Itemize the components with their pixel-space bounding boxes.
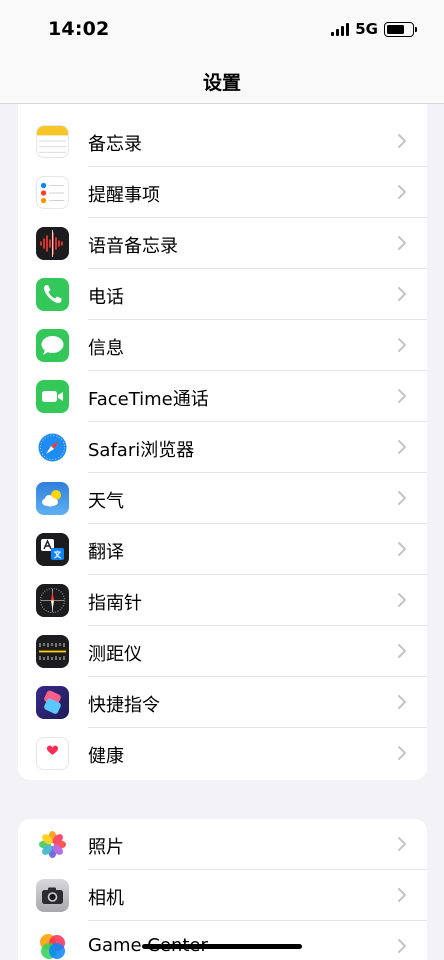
settings-row-safari[interactable]: Safari浏览器 (18, 422, 427, 473)
settings-row-facetime[interactable]: FaceTime通话 (18, 371, 427, 422)
network-type: 5G (355, 20, 378, 38)
weather-icon (36, 482, 69, 515)
settings-row-weather[interactable]: 天气 (18, 473, 427, 524)
chevron-right-icon (398, 338, 406, 352)
reminders-icon (36, 176, 69, 209)
settings-row-label: 快捷指令 (88, 695, 160, 716)
cellular-signal-icon (331, 22, 350, 36)
facetime-icon (36, 380, 69, 413)
settings-row-label: 相机 (88, 888, 124, 909)
chevron-right-icon (398, 939, 406, 953)
settings-row-label: 语音备忘录 (88, 236, 178, 257)
chevron-right-icon (398, 134, 406, 148)
settings-row-label: 指南针 (88, 593, 142, 614)
settings-row-label: 照片 (88, 837, 124, 858)
settings-row-label: 测距仪 (88, 644, 142, 665)
settings-row-label: 天气 (88, 491, 124, 512)
compass-icon (36, 584, 69, 617)
chevron-right-icon (398, 695, 406, 709)
voice-memos-icon (36, 227, 69, 260)
settings-row-phone[interactable]: 电话 (18, 269, 427, 320)
chevron-right-icon (398, 593, 406, 607)
health-icon (36, 737, 69, 770)
settings-row-translate[interactable]: 翻译 (18, 524, 427, 575)
status-time: 14:02 (48, 18, 110, 40)
home-indicator[interactable] (142, 944, 302, 949)
chevron-right-icon (398, 888, 406, 902)
safari-icon (36, 431, 69, 464)
chevron-right-icon (398, 185, 406, 199)
settings-row-photos[interactable]: 照片 (18, 819, 427, 870)
settings-row-voice-memos[interactable]: 语音备忘录 (18, 218, 427, 269)
shortcuts-icon (36, 686, 69, 719)
battery-icon (384, 21, 417, 37)
settings-row-compass[interactable]: 指南针 (18, 575, 427, 626)
navigation-bar: 设置 (0, 56, 444, 104)
phone-icon (36, 278, 69, 311)
settings-row-camera[interactable]: 相机 (18, 870, 427, 921)
settings-row-label: FaceTime通话 (88, 389, 209, 410)
settings-row-label: Safari浏览器 (88, 440, 195, 461)
chevron-right-icon (398, 236, 406, 250)
chevron-right-icon (398, 287, 406, 301)
camera-icon (36, 879, 69, 912)
settings-row-label: 翻译 (88, 542, 124, 563)
photos-icon (36, 828, 69, 861)
chevron-right-icon (398, 440, 406, 454)
messages-icon (36, 329, 69, 362)
chevron-right-icon (398, 837, 406, 851)
chevron-right-icon (398, 389, 406, 403)
settings-row-shortcuts[interactable]: 快捷指令 (18, 677, 427, 728)
chevron-right-icon (398, 644, 406, 658)
settings-row-health[interactable]: 健康 (18, 728, 427, 779)
settings-row-messages[interactable]: 信息 (18, 320, 427, 371)
settings-group-media: 照片 相机 Game Center (18, 819, 427, 960)
settings-row-label: 电话 (88, 287, 124, 308)
settings-row-game-center[interactable]: Game Center (18, 921, 427, 960)
status-indicators: 5G (331, 20, 417, 38)
settings-row-label: 信息 (88, 338, 124, 359)
measure-icon (36, 635, 69, 668)
translate-icon (36, 533, 69, 566)
chevron-right-icon (398, 491, 406, 505)
page-title: 设置 (202, 72, 241, 94)
settings-row-label: 提醒事项 (88, 185, 160, 206)
settings-row-measure[interactable]: 测距仪 (18, 626, 427, 677)
status-bar: 14:02 5G (0, 0, 444, 56)
settings-row-reminders[interactable]: 提醒事项 (18, 167, 427, 218)
settings-row-label: 健康 (88, 746, 124, 767)
settings-group-apps: 备忘录 提醒事项 语音备忘录 电话 信息 FaceTime通话 Safari浏览… (18, 104, 427, 780)
chevron-right-icon (398, 542, 406, 556)
settings-row-label: 备忘录 (88, 134, 142, 155)
chevron-right-icon (398, 746, 406, 760)
game-center-icon (36, 930, 69, 960)
settings-row-notes[interactable]: 备忘录 (18, 116, 427, 167)
notes-icon (36, 125, 69, 158)
